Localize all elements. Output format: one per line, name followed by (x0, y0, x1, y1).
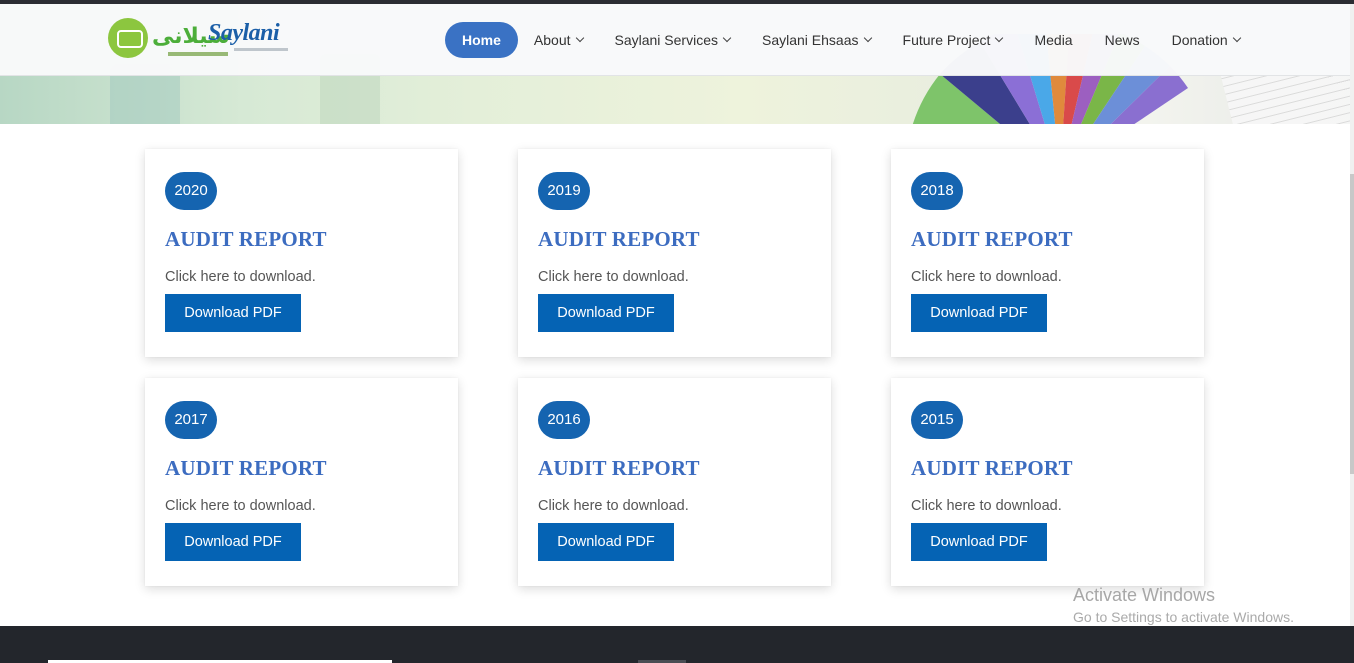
report-card: 2019 AUDIT REPORT Click here to download… (518, 149, 831, 357)
chevron-down-icon (1232, 33, 1241, 43)
report-card: 2018 AUDIT REPORT Click here to download… (891, 149, 1204, 357)
card-title: AUDIT REPORT (911, 456, 1073, 480)
nav-media[interactable]: Media (1018, 22, 1088, 58)
report-card: 2020 AUDIT REPORT Click here to download… (145, 149, 458, 357)
footer (0, 626, 1354, 663)
card-title: AUDIT REPORT (165, 227, 327, 251)
nav-future-project[interactable]: Future Project (887, 22, 1019, 58)
card-title: AUDIT REPORT (165, 456, 327, 480)
nav-label: About (533, 32, 571, 48)
nav-label: Donation (1171, 32, 1228, 48)
chevron-down-icon (863, 33, 872, 43)
scrollbar-thumb[interactable] (1350, 174, 1354, 474)
year-badge: 2015 (911, 401, 963, 439)
report-card: 2015 AUDIT REPORT Click here to download… (891, 378, 1204, 586)
card-title: AUDIT REPORT (538, 227, 700, 251)
logo-text: Saylani (208, 20, 280, 46)
nav-saylani-ehsaas[interactable]: Saylani Ehsaas (746, 22, 887, 58)
card-description: Click here to download. (165, 269, 316, 285)
chevron-down-icon (995, 33, 1004, 43)
site-logo[interactable]: سیلانی Saylani (108, 18, 293, 64)
year-badge: 2016 (538, 401, 590, 439)
card-description: Click here to download. (911, 498, 1062, 514)
year-badge: 2019 (538, 172, 590, 210)
card-title: AUDIT REPORT (911, 227, 1073, 251)
nav-label: Home (462, 32, 501, 48)
card-description: Click here to download. (911, 269, 1062, 285)
nav-label: Saylani Services (614, 32, 719, 48)
year-badge: 2017 (165, 401, 217, 439)
nav-news[interactable]: News (1089, 22, 1156, 58)
download-pdf-button[interactable]: Download PDF (911, 294, 1047, 332)
nav-home[interactable]: Home (445, 22, 518, 58)
navbar: سیلانی Saylani Home About Saylani Servic… (0, 4, 1350, 76)
download-pdf-button[interactable]: Download PDF (911, 523, 1047, 561)
logo-tagline (168, 52, 228, 56)
chevron-down-icon (722, 33, 732, 43)
year-badge: 2018 (911, 172, 963, 210)
year-badge: 2020 (165, 172, 217, 210)
download-pdf-button[interactable]: Download PDF (538, 294, 674, 332)
logo-icon (108, 18, 148, 58)
chevron-down-icon (575, 33, 584, 43)
activate-windows-title: Activate Windows (1073, 585, 1216, 605)
nav-about[interactable]: About (518, 22, 599, 58)
nav-donation[interactable]: Donation (1156, 22, 1256, 58)
download-pdf-button[interactable]: Download PDF (165, 294, 301, 332)
report-card: 2016 AUDIT REPORT Click here to download… (518, 378, 831, 586)
card-description: Click here to download. (538, 269, 689, 285)
nav-label: Future Project (902, 32, 991, 48)
nav-saylani-services[interactable]: Saylani Services (599, 22, 747, 58)
nav-label: News (1104, 32, 1140, 48)
activate-windows-subtitle: Go to Settings to activate Windows. (1073, 609, 1294, 625)
main-nav: Home About Saylani Services Saylani Ehsa… (445, 22, 1256, 58)
card-title: AUDIT REPORT (538, 456, 700, 480)
nav-label: Saylani Ehsaas (762, 32, 859, 48)
logo-tagline (234, 48, 288, 51)
card-description: Click here to download. (165, 498, 316, 514)
download-pdf-button[interactable]: Download PDF (165, 523, 301, 561)
report-card: 2017 AUDIT REPORT Click here to download… (145, 378, 458, 586)
card-description: Click here to download. (538, 498, 689, 514)
nav-label: Media (1034, 32, 1073, 48)
scrollbar[interactable] (1350, 4, 1354, 626)
download-pdf-button[interactable]: Download PDF (538, 523, 674, 561)
